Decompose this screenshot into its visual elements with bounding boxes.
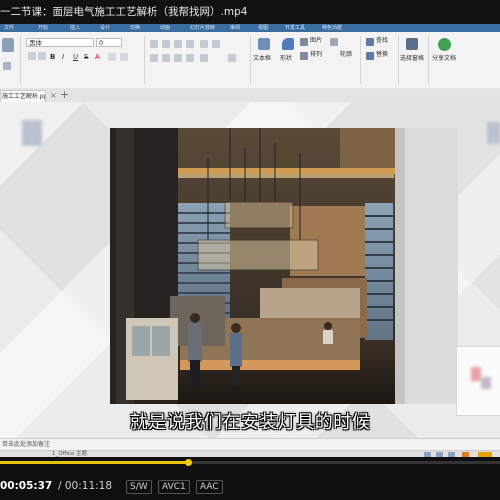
outline-label[interactable]: 轮廓 <box>340 50 352 60</box>
notes-pane[interactable]: 单击此处添加备注 <box>0 438 500 450</box>
window-title-bar: 一二节课：面层电气施工工艺解析（我帮找网）.mp4 <box>0 0 500 24</box>
close-tab-icon[interactable]: × <box>50 90 57 102</box>
font-grow-icon[interactable] <box>28 52 36 60</box>
fill-icon[interactable] <box>330 38 338 46</box>
menu-animation[interactable]: 动画 <box>160 24 170 32</box>
menu-home[interactable]: 开始 <box>38 24 48 32</box>
italic-button[interactable]: I <box>62 52 64 62</box>
line-spacing-icon[interactable] <box>200 40 208 48</box>
arrange-icon[interactable] <box>300 38 308 46</box>
menu-transition[interactable]: 切换 <box>130 24 140 32</box>
underline-button[interactable]: U <box>73 52 78 62</box>
font-color-button[interactable]: A <box>95 52 100 62</box>
shape-icon[interactable] <box>282 38 294 50</box>
menu-developer[interactable]: 开发工具 <box>285 24 305 32</box>
find-label[interactable]: 查找 <box>376 36 388 46</box>
menu-review[interactable]: 审阅 <box>230 24 240 32</box>
render-tag: S/W <box>126 480 152 494</box>
menu-view[interactable]: 视图 <box>258 24 268 32</box>
replace-label[interactable]: 替换 <box>376 50 388 60</box>
paste-icon[interactable] <box>2 38 14 52</box>
pasted-image-thumbnail[interactable] <box>456 346 500 416</box>
text-box-icon[interactable] <box>258 38 270 50</box>
audio-codec-tag: AAC <box>196 480 223 494</box>
menu-bar: 文件 开始 插入 设计 切换 动画 幻灯片放映 审阅 视图 开发工具 特色功能 <box>0 24 500 32</box>
menu-insert[interactable]: 插入 <box>70 24 80 32</box>
numbering-icon[interactable] <box>162 40 170 48</box>
indent-increase-icon[interactable] <box>186 40 194 48</box>
menu-special[interactable]: 特色功能 <box>322 24 342 32</box>
align-center-icon[interactable] <box>162 54 170 62</box>
share-icon[interactable] <box>438 38 451 51</box>
slide-logo-mark <box>22 120 42 146</box>
seek-bar-played <box>0 461 188 464</box>
document-tab[interactable]: 施工工艺解析.pptx <box>0 90 46 102</box>
slide-photo[interactable] <box>110 128 458 404</box>
video-player-controls: 00:05:37 / 00:11:18 S/W AVC1 AAC <box>0 457 500 500</box>
strike-button[interactable]: S <box>84 52 88 62</box>
text-box-label[interactable]: 文本框 <box>253 54 271 64</box>
share-label[interactable]: 分享文档 <box>432 54 456 64</box>
align-left-icon[interactable] <box>150 54 158 62</box>
seek-handle[interactable] <box>184 459 192 466</box>
video-codec-tag: AVC1 <box>158 480 190 494</box>
bullets-icon[interactable] <box>150 40 158 48</box>
new-tab-button[interactable]: + <box>60 89 69 101</box>
outline-icon[interactable] <box>300 52 308 60</box>
align-right-icon[interactable] <box>174 54 182 62</box>
font-shrink-icon[interactable] <box>38 52 46 60</box>
select-pane-icon[interactable] <box>406 38 418 50</box>
font-size-combo[interactable]: 0 <box>96 38 122 47</box>
thumbnail-blur-mark-2 <box>481 377 491 389</box>
text-direction-icon[interactable] <box>212 40 220 48</box>
columns-icon[interactable] <box>200 54 208 62</box>
align-text-icon[interactable] <box>228 54 236 62</box>
video-subtitle: 就是说我们在安装灯具的时候 <box>129 412 371 433</box>
replace-icon[interactable] <box>366 52 374 60</box>
slide-logo-mark-right <box>487 122 500 144</box>
picture-label[interactable]: 图片 <box>310 36 322 46</box>
menu-design[interactable]: 设计 <box>100 24 110 32</box>
seek-bar[interactable] <box>0 459 500 466</box>
menu-file[interactable]: 文件 <box>4 24 14 32</box>
select-pane-label[interactable]: 选择窗格 <box>400 54 424 64</box>
total-time: / 00:11:18 <box>58 480 113 492</box>
document-tab-bar: 施工工艺解析.pptx × + <box>0 88 500 103</box>
text-shadow-icon[interactable] <box>108 53 116 61</box>
char-spacing-icon[interactable] <box>120 53 128 61</box>
find-icon[interactable] <box>366 38 374 46</box>
bold-button[interactable]: B <box>50 52 55 62</box>
font-name-combo[interactable]: 黑体 <box>26 38 94 47</box>
shape-label[interactable]: 形状 <box>280 54 292 64</box>
current-time: 00:05:37 <box>0 480 53 492</box>
format-painter-icon[interactable] <box>3 62 11 70</box>
status-bar: 1_Office 主题 <box>0 450 500 457</box>
window-title: 一二节课：面层电气施工工艺解析（我帮找网）.mp4 <box>0 6 248 18</box>
ribbon-toolbar: 黑体 0 B I U S A 文本框 形状 图片 排列 轮廓 查找 替换 选择窗… <box>0 32 500 89</box>
menu-slideshow[interactable]: 幻灯片放映 <box>190 24 215 32</box>
indent-decrease-icon[interactable] <box>174 40 182 48</box>
thumbnail-blur-mark <box>471 367 481 381</box>
lobby-photo-image <box>110 128 458 404</box>
arrange-label[interactable]: 排列 <box>310 50 322 60</box>
justify-icon[interactable] <box>186 54 194 62</box>
